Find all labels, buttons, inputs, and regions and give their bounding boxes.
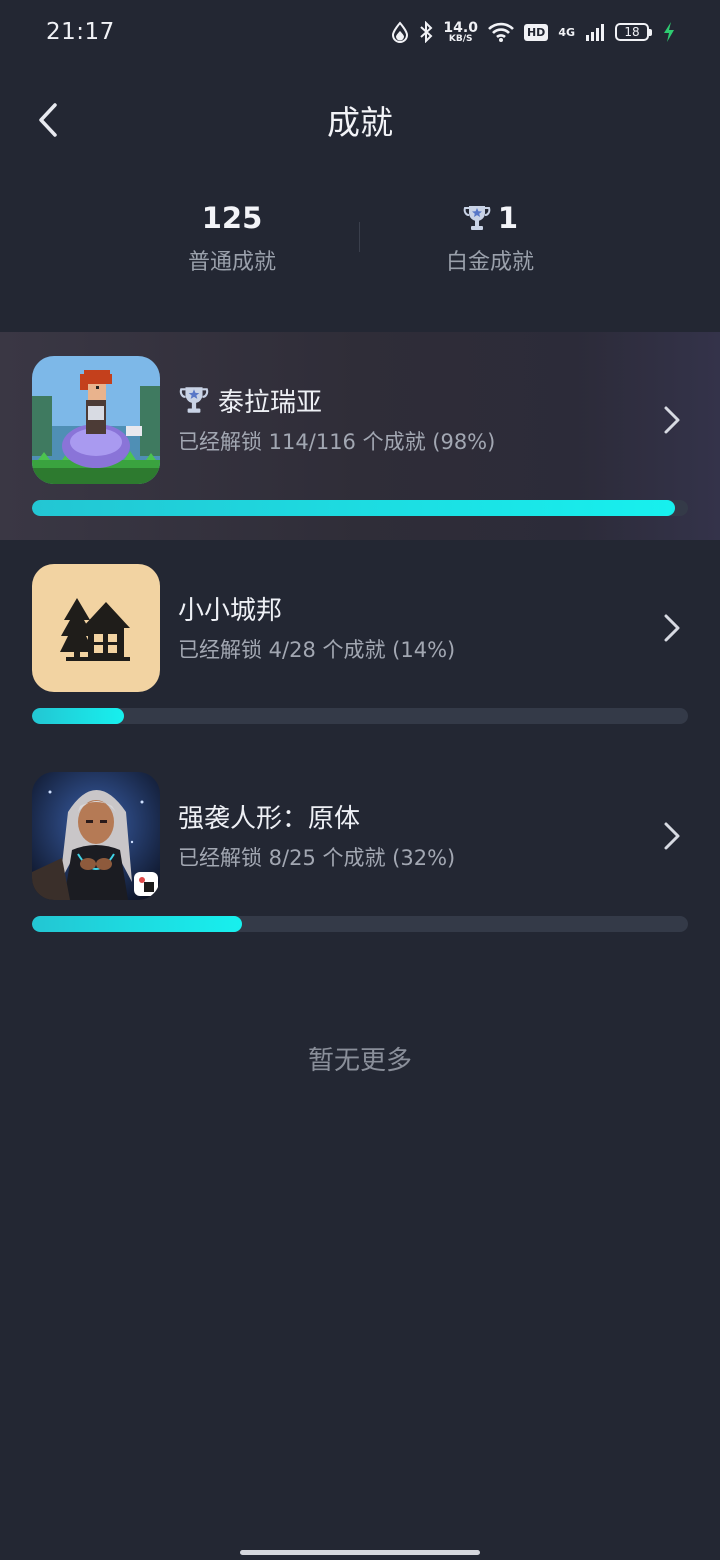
chevron-right-icon[interactable] <box>660 404 684 436</box>
page-header: 成就 <box>0 80 720 160</box>
home-indicator[interactable] <box>240 1550 480 1555</box>
battery-level: 18 <box>615 23 649 41</box>
achievement-summary: 125 普通成就 1 白金成就 <box>0 196 720 286</box>
platinum-trophy-icon <box>179 387 209 413</box>
charging-icon <box>664 22 674 42</box>
game-icon-terraria <box>32 356 160 484</box>
no-more-text: 暂无更多 <box>307 1046 412 1076</box>
game-name: 小小城邦 <box>178 595 283 626</box>
game-progress-text: 已经解锁 114/116 个成就 (98%) <box>178 430 496 454</box>
game-progress-text: 已经解锁 4/28 个成就 (14%) <box>178 638 456 662</box>
normal-label: 普通成就 <box>187 250 276 275</box>
progress-bar <box>32 708 688 724</box>
progress-fill <box>32 916 242 932</box>
game-item-terraria[interactable]: 泰拉瑞亚 已经解锁 114/116 个成就 (98%) <box>0 332 720 540</box>
platinum-label: 白金成就 <box>445 250 534 275</box>
speed-unit: KB/S <box>448 33 473 44</box>
signal-icon <box>586 24 604 41</box>
progress-fill <box>32 708 124 724</box>
hd-badge: HD <box>523 23 549 41</box>
wifi-icon <box>488 22 514 42</box>
clock: 21:17 <box>46 19 115 45</box>
status-bar: 21:17 14.0 KB/S HD 4G 18 <box>0 0 720 64</box>
platinum-achievements-stat: 1 白金成就 <box>370 196 610 276</box>
network-speed: 14.0 KB/S <box>443 21 478 44</box>
game-name: 泰拉瑞亚 <box>218 387 323 418</box>
game-name: 强袭人形：原体 <box>178 803 361 834</box>
chevron-left-icon <box>39 103 57 137</box>
data-saver-icon <box>392 21 409 43</box>
chevron-right-icon[interactable] <box>660 820 684 852</box>
network-type: 4G <box>558 25 575 39</box>
game-icon-little-city <box>32 564 160 692</box>
status-icons: 14.0 KB/S HD 4G 18 <box>391 21 676 44</box>
speed-value: 14.0 <box>443 19 478 36</box>
platinum-count: 1 <box>497 201 519 235</box>
game-item-assault-doll[interactable]: 强袭人形：原体 已经解锁 8/25 个成就 (32%) <box>0 748 720 956</box>
platinum-trophy-icon <box>463 206 491 230</box>
progress-bar <box>32 916 688 932</box>
game-item-little-city[interactable]: 小小城邦 已经解锁 4/28 个成就 (14%) <box>0 540 720 748</box>
chevron-right-icon[interactable] <box>660 612 684 644</box>
game-achievement-list: 泰拉瑞亚 已经解锁 114/116 个成就 (98%) 小小城邦 已经解锁 4/… <box>0 332 720 956</box>
bluetooth-icon <box>420 21 433 43</box>
back-button[interactable] <box>28 100 68 140</box>
battery-indicator: 18 <box>615 23 652 41</box>
stat-divider <box>359 222 360 252</box>
normal-count: 125 <box>201 201 263 235</box>
game-icon-assault-doll <box>32 772 160 900</box>
page-title: 成就 <box>327 103 393 142</box>
progress-fill <box>32 500 675 516</box>
game-progress-text: 已经解锁 8/25 个成就 (32%) <box>178 846 456 870</box>
progress-bar <box>32 500 688 516</box>
normal-achievements-stat: 125 普通成就 <box>112 196 352 276</box>
